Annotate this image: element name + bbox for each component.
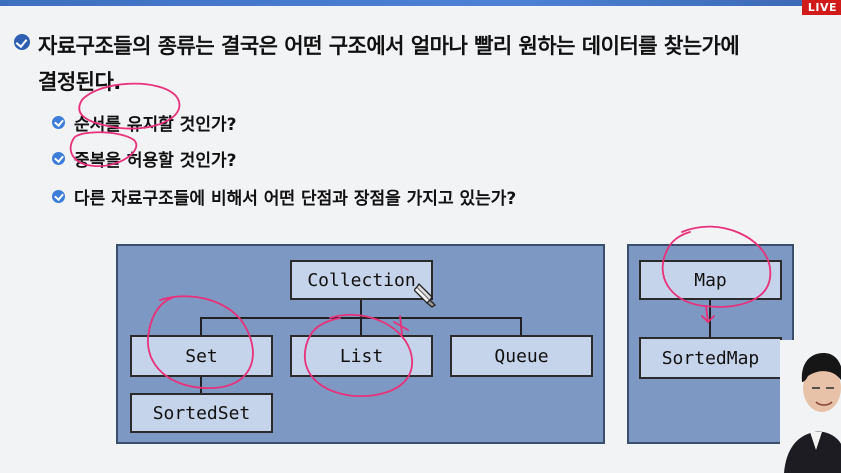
list-label: List [339,345,384,367]
map-label: Map [694,269,727,291]
check-bullet-icon [52,189,65,203]
connector [520,317,522,335]
connector [360,317,362,335]
connector [709,300,711,337]
sortedmap-box: SortedMap [639,337,782,379]
map-hierarchy-diagram: Map SortedMap [627,244,794,444]
sortedset-box: SortedSet [130,393,273,433]
collection-box: Collection [290,260,433,300]
live-badge: LIVE [801,0,841,15]
top-accent-bar [0,0,841,6]
collection-hierarchy-diagram: Collection Set List Queue SortedSet [116,244,605,444]
bullet-text: 다른 자료구조들에 비해서 어떤 단점과 장점을 가지고 있는가? [74,188,517,209]
sortedset-label: SortedSet [152,402,251,424]
queue-label: Queue [494,345,549,367]
connector [200,317,202,335]
heading-line-2: 결정된다. [38,70,121,94]
queue-box: Queue [450,335,593,377]
connector [360,300,362,318]
cursor-icon [414,282,437,308]
bullet-text: 중복을 허용할 것인가? [74,150,237,171]
presenter-webcam [780,340,841,473]
set-label: Set [185,345,218,367]
heading-line-1: 자료구조들의 종류는 결국은 어떤 구조에서 얼마나 빨리 원하는 데이터를 찾… [38,34,740,58]
bullet-item-tradeoffs: 다른 자료구조들에 비해서 어떤 단점과 장점을 가지고 있는가? [52,184,517,209]
bullet-text: 순서를 유지할 것인가? [74,114,237,135]
sortedmap-label: SortedMap [661,347,760,369]
bullet-item-duplicate: 중복을 허용할 것인가? [52,146,237,171]
set-box: Set [130,335,273,377]
connector [200,377,202,394]
map-box: Map [639,260,782,300]
check-bullet-icon [52,151,65,165]
check-bullet-icon [14,34,30,50]
check-bullet-icon [52,115,65,129]
collection-label: Collection [307,269,416,291]
list-box: List [290,335,433,377]
bullet-item-order: 순서를 유지할 것인가? [52,110,237,135]
